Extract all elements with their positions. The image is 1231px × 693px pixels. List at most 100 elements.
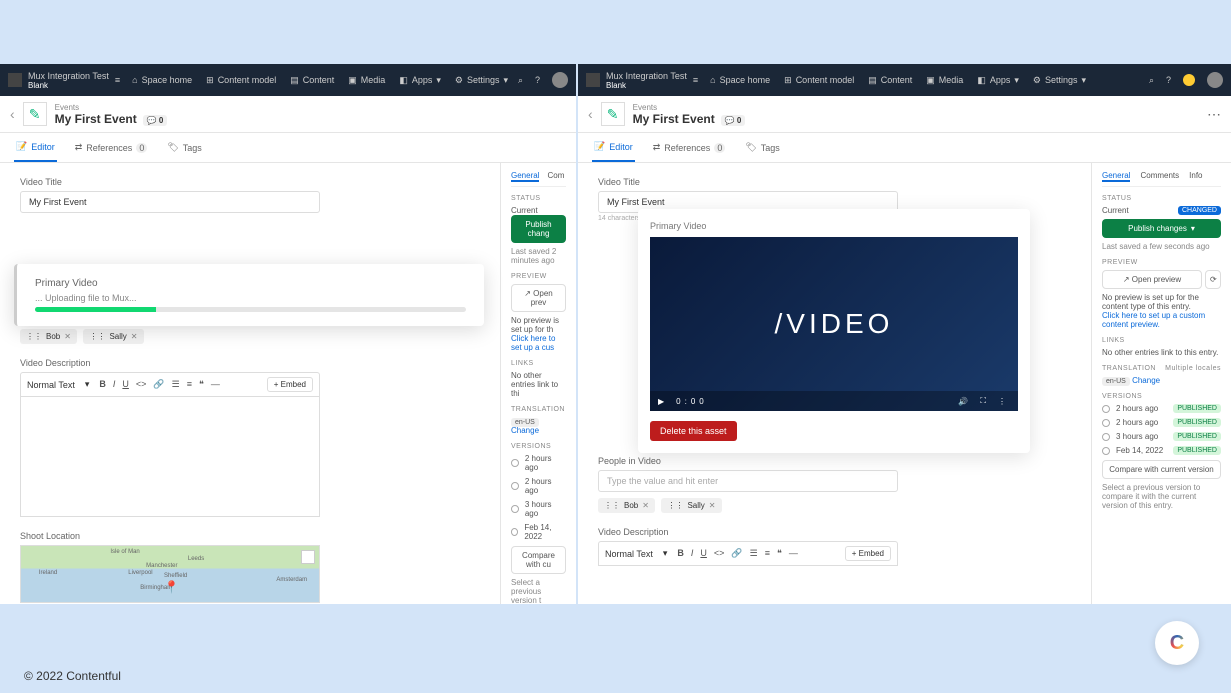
tab-comments[interactable]: Comments <box>1140 171 1179 182</box>
tab-comments-partial[interactable]: Com <box>547 171 564 182</box>
version-row[interactable]: 3 hours agoPUBLISHED <box>1102 432 1221 441</box>
nav-media[interactable]: ▣Media <box>926 75 963 86</box>
avatar[interactable] <box>1207 72 1223 88</box>
help-icon[interactable]: ? <box>1166 75 1171 85</box>
locale-dropdown[interactable]: Multiple locales <box>1165 365 1221 372</box>
code-button[interactable]: <> <box>136 379 147 390</box>
version-row[interactable]: Feb 14, 2022 <box>511 523 566 541</box>
nav-content-model[interactable]: ⊞Content model <box>206 75 276 86</box>
radio-icon[interactable] <box>511 505 519 513</box>
text-style-dropdown[interactable]: Normal Text <box>605 549 653 559</box>
breadcrumb[interactable]: Events <box>55 103 168 112</box>
hamburger-icon[interactable]: ≡ <box>115 75 120 85</box>
quote-button[interactable]: ❝ <box>199 379 204 390</box>
help-icon[interactable]: ? <box>535 75 540 85</box>
version-row[interactable]: 3 hours ago <box>511 500 566 518</box>
comment-badge[interactable]: 💬 0 <box>721 115 746 126</box>
nav-settings[interactable]: ⚙Settings ▾ <box>455 75 508 86</box>
rte-editor[interactable] <box>20 397 320 517</box>
setup-preview-link[interactable]: Click here to set up a cus <box>511 334 566 352</box>
tab-references[interactable]: ⇄References 0 <box>651 133 728 162</box>
radio-icon[interactable] <box>511 482 519 490</box>
compare-button[interactable]: Compare with current version <box>1102 460 1221 479</box>
text-style-dropdown[interactable]: Normal Text <box>27 380 75 390</box>
tab-tags[interactable]: 🏷Tags <box>165 133 203 162</box>
preview-settings-icon[interactable]: ⟳ <box>1205 270 1221 289</box>
link-button[interactable]: 🔗 <box>731 548 742 559</box>
fullscreen-icon[interactable]: ⛶ <box>980 396 990 406</box>
brand[interactable]: Mux Integration Test Blank ≡ <box>8 71 120 90</box>
nav-apps[interactable]: ◧Apps ▾ <box>399 75 441 86</box>
avatar[interactable] <box>552 72 568 88</box>
open-preview-button[interactable]: ↗ Open prev <box>511 284 566 312</box>
remove-tag-icon[interactable]: ✕ <box>642 501 649 510</box>
setup-preview-link[interactable]: Click here to set up a custom content pr… <box>1102 311 1221 329</box>
app-switcher-icon[interactable] <box>8 73 22 87</box>
change-locale-link[interactable]: Change <box>1132 376 1160 385</box>
nav-content-model[interactable]: ⊞Content model <box>784 75 854 86</box>
embed-button[interactable]: + Embed <box>267 377 313 392</box>
back-button[interactable]: ‹ <box>10 106 15 122</box>
open-preview-button[interactable]: ↗ Open preview <box>1102 270 1202 289</box>
underline-button[interactable]: U <box>122 379 129 390</box>
tag-bob[interactable]: ⋮⋮Bob✕ <box>598 498 655 513</box>
publish-button[interactable]: Publish changes▾ <box>1102 219 1221 238</box>
ol-button[interactable]: ≡ <box>765 548 770 559</box>
nav-space-home[interactable]: ⌂Space home <box>710 75 770 86</box>
radio-icon[interactable] <box>1102 405 1110 413</box>
ul-button[interactable]: ☰ <box>750 548 758 559</box>
nav-apps[interactable]: ◧Apps ▾ <box>977 75 1019 86</box>
ol-button[interactable]: ≡ <box>187 379 192 390</box>
radio-icon[interactable] <box>1102 433 1110 441</box>
tab-tags[interactable]: 🏷Tags <box>743 133 781 162</box>
version-row[interactable]: 2 hours ago <box>511 454 566 472</box>
hamburger-icon[interactable]: ≡ <box>693 75 698 85</box>
play-icon[interactable]: ▶ <box>658 397 668 406</box>
tab-references[interactable]: ⇄References 0 <box>73 133 150 162</box>
nav-content[interactable]: ▤Content <box>868 75 912 86</box>
notification-icon[interactable] <box>1183 74 1195 86</box>
delete-asset-button[interactable]: Delete this asset <box>650 421 737 441</box>
remove-tag-icon[interactable]: ✕ <box>64 332 71 341</box>
tab-general[interactable]: General <box>1102 171 1130 182</box>
radio-icon[interactable] <box>1102 419 1110 427</box>
embed-button[interactable]: + Embed <box>845 546 891 561</box>
nav-settings[interactable]: ⚙Settings ▾ <box>1033 75 1086 86</box>
link-button[interactable]: 🔗 <box>153 379 164 390</box>
tag-sally[interactable]: ⋮⋮Sally✕ <box>661 498 721 513</box>
search-icon[interactable]: ⌕ <box>1149 75 1154 86</box>
tag-sally[interactable]: ⋮⋮Sally✕ <box>83 329 143 344</box>
bold-button[interactable]: B <box>99 379 106 390</box>
code-button[interactable]: <> <box>714 548 725 559</box>
nav-space-home[interactable]: ⌂Space home <box>132 75 192 86</box>
version-row[interactable]: 2 hours ago <box>511 477 566 495</box>
version-row[interactable]: 2 hours agoPUBLISHED <box>1102 418 1221 427</box>
brand[interactable]: Mux Integration Test Blank ≡ <box>586 71 698 90</box>
tag-bob[interactable]: ⋮⋮Bob✕ <box>20 329 77 344</box>
back-button[interactable]: ‹ <box>588 106 593 122</box>
map[interactable]: Ireland Isle of Man Leeds Manchester Liv… <box>20 545 320 603</box>
remove-tag-icon[interactable]: ✕ <box>709 501 716 510</box>
more-icon[interactable]: ⋮ <box>998 397 1010 406</box>
ul-button[interactable]: ☰ <box>172 379 180 390</box>
radio-icon[interactable] <box>1102 447 1110 455</box>
fullscreen-icon[interactable] <box>301 550 315 564</box>
search-icon[interactable]: ⌕ <box>518 75 523 86</box>
italic-button[interactable]: I <box>691 548 694 559</box>
tab-general[interactable]: General <box>511 171 539 182</box>
underline-button[interactable]: U <box>700 548 707 559</box>
italic-button[interactable]: I <box>113 379 116 390</box>
bold-button[interactable]: B <box>677 548 684 559</box>
radio-icon[interactable] <box>511 459 519 467</box>
video-title-input[interactable]: My First Event <box>20 191 320 213</box>
publish-button[interactable]: Publish chang <box>511 215 566 243</box>
people-input[interactable]: Type the value and hit enter <box>598 470 898 492</box>
nav-media[interactable]: ▣Media <box>348 75 385 86</box>
tab-info[interactable]: Info <box>1189 171 1202 182</box>
breadcrumb[interactable]: Events <box>633 103 746 112</box>
change-locale-link[interactable]: Change <box>511 426 539 435</box>
video-player[interactable]: /VIDEO ▶ 0:00 🔊 ⛶ ⋮ <box>650 237 1018 411</box>
app-switcher-icon[interactable] <box>586 73 600 87</box>
tab-editor[interactable]: 📝Editor <box>14 133 57 162</box>
version-row[interactable]: Feb 14, 2022PUBLISHED <box>1102 446 1221 455</box>
